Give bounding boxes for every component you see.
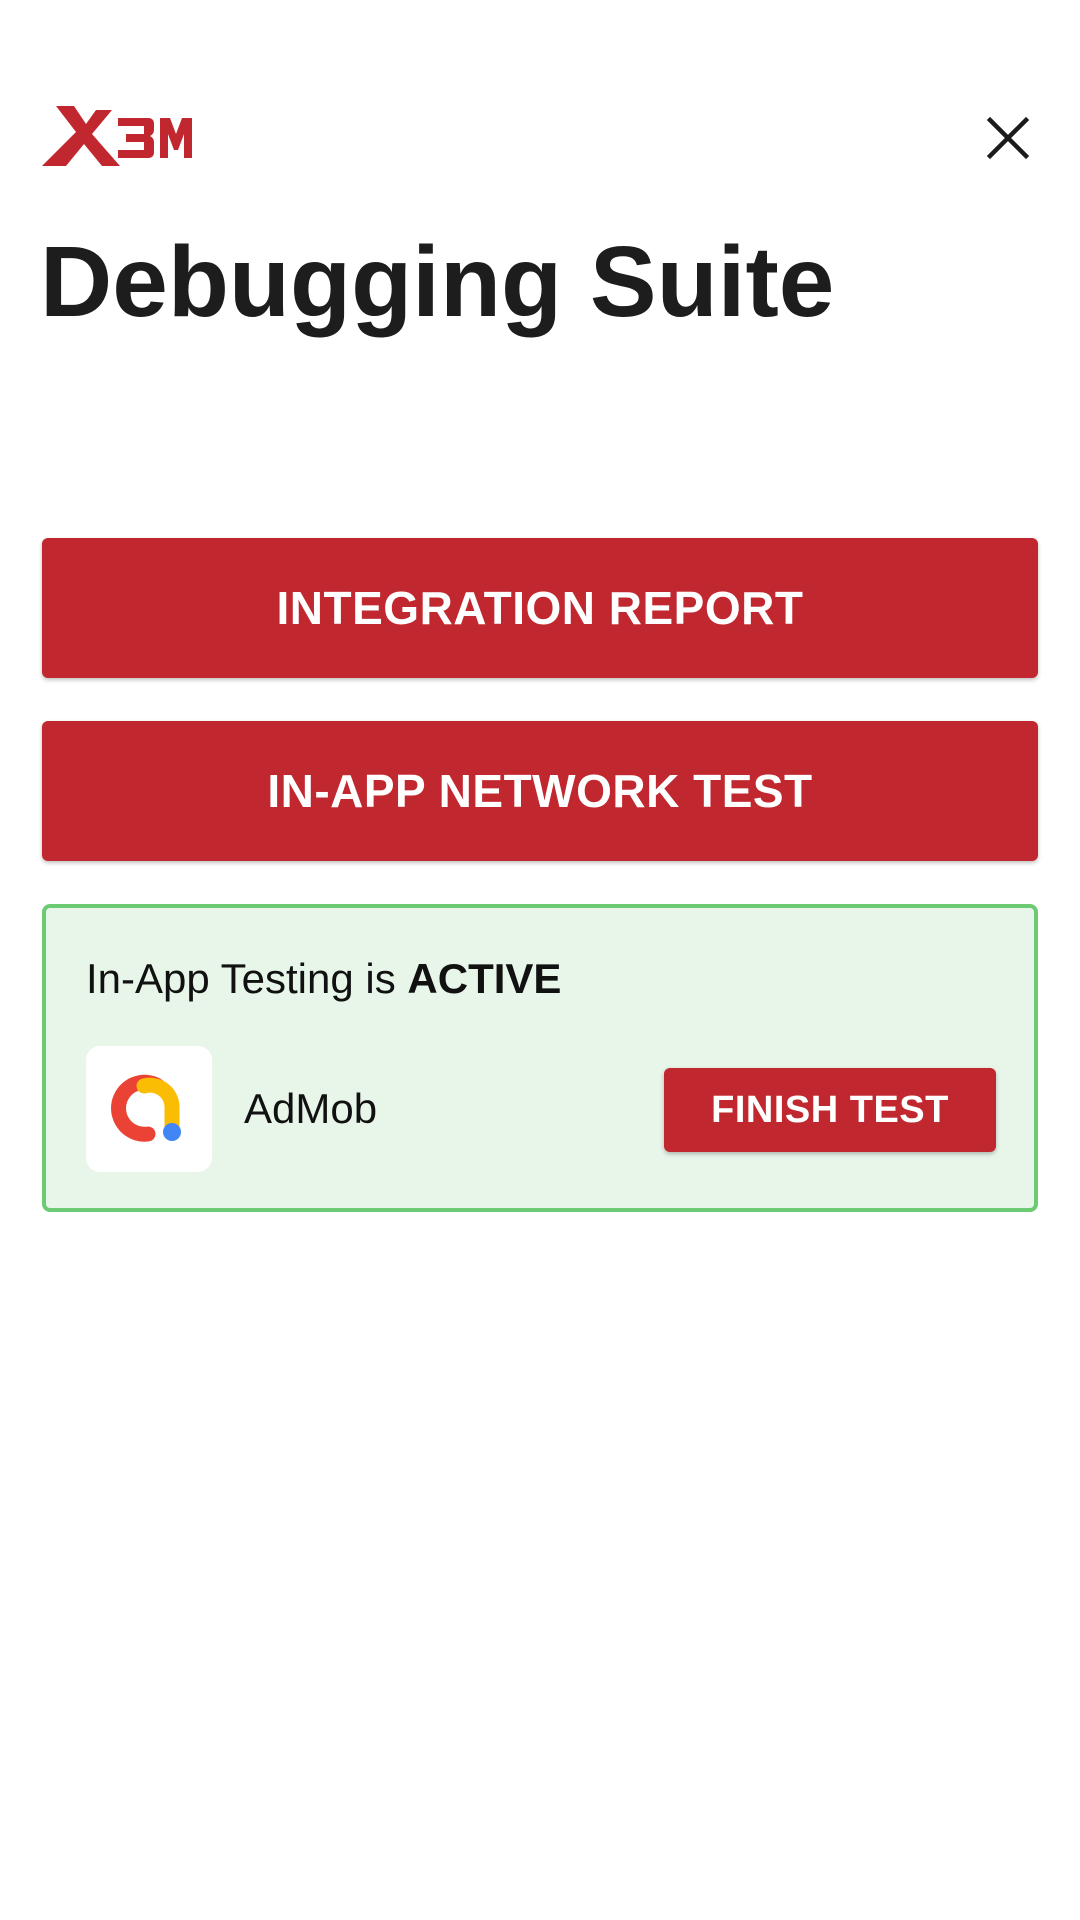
in-app-testing-status-card: In-App Testing is ACTIVE AdMob FINISH TE…	[42, 904, 1038, 1212]
testing-status-text: In-App Testing is ACTIVE	[86, 954, 561, 1004]
x3m-logo	[40, 104, 192, 168]
integration-report-button[interactable]: INTEGRATION REPORT	[42, 538, 1038, 678]
admob-icon	[86, 1046, 212, 1172]
in-app-network-test-button[interactable]: IN-APP NETWORK TEST	[42, 721, 1038, 861]
testing-status-state: ACTIVE	[407, 955, 562, 1002]
in-app-network-test-label: IN-APP NETWORK TEST	[267, 765, 813, 817]
close-icon[interactable]	[982, 112, 1034, 164]
integration-report-label: INTEGRATION REPORT	[276, 582, 804, 634]
page-title: Debugging Suite	[40, 226, 835, 338]
finish-test-label: FINISH TEST	[711, 1088, 949, 1131]
network-name: AdMob	[244, 1085, 378, 1132]
finish-test-button[interactable]: FINISH TEST	[664, 1068, 996, 1152]
testing-status-prefix: In-App Testing is	[86, 955, 408, 1002]
